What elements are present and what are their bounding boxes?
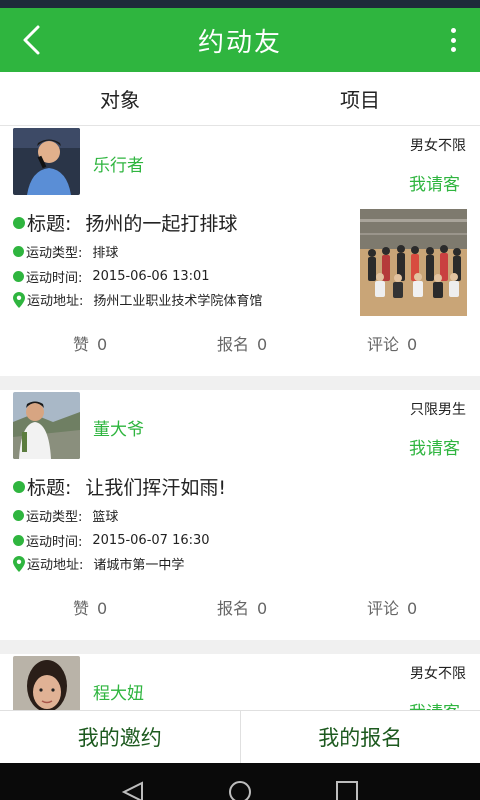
like-count: 0 [97, 599, 108, 618]
avatar[interactable] [13, 128, 80, 195]
post-title: 扬州的一起打排球 [85, 213, 238, 235]
gender-limit: 只限男生 [410, 402, 466, 418]
nav-home-icon[interactable] [227, 781, 253, 800]
app-bar: 约动友 [0, 8, 480, 72]
more-vertical-icon [450, 28, 456, 33]
filter-tabs: 对象 项目 [0, 72, 480, 126]
sport-address-row: 运动地址: 诸城市第一中学 [13, 554, 184, 573]
post-photo[interactable] [360, 209, 467, 316]
comment-button[interactable]: 评论 0 [367, 595, 417, 619]
bottom-tabs: 我的邀约 我的报名 [0, 710, 480, 763]
treat-badge[interactable]: 我请客 [409, 170, 460, 195]
post-feed[interactable]: 乐行者 男女不限 我请客 标题: 扬州的一起打排球 运动类型: 排球 运动时间:… [0, 126, 480, 710]
like-button[interactable]: 赞0 [73, 331, 107, 355]
treat-badge[interactable]: 我请客 [409, 698, 460, 710]
nickname[interactable]: 董大爷 [93, 415, 144, 440]
location-pin-icon [13, 291, 25, 308]
sport-time-row: 运动时间: 2015-06-06 13:01 [13, 267, 210, 286]
like-button[interactable]: 赞0 [73, 595, 107, 619]
sport-type-row: 运动类型: 排球 [13, 242, 118, 261]
system-nav-bar [0, 763, 480, 800]
sport-time-value: 2015-06-07 16:30 [92, 533, 210, 548]
bullet-icon [13, 510, 24, 521]
post-card[interactable]: 乐行者 男女不限 我请客 标题: 扬州的一起打排球 运动类型: 排球 运动时间:… [0, 126, 480, 376]
back-button[interactable] [16, 22, 46, 58]
sport-time-label: 运动时间: [26, 271, 83, 286]
signup-button[interactable]: 报名 0 [217, 331, 267, 355]
nav-back-icon[interactable] [120, 781, 146, 800]
sport-address-row: 运动地址: 扬州工业职业技术学院体育馆 [13, 290, 262, 309]
tab-partner[interactable]: 对象 [0, 72, 240, 125]
post-stats: 赞0 报名 0 评论 0 [0, 595, 480, 625]
title-label: 标题: [27, 477, 72, 499]
bullet-icon [13, 246, 24, 257]
my-signups-button[interactable]: 我的报名 [239, 711, 480, 763]
gender-limit: 男女不限 [410, 138, 466, 154]
treat-badge[interactable]: 我请客 [409, 434, 460, 459]
status-bar [0, 0, 480, 8]
comment-count: 0 [407, 599, 418, 618]
more-button[interactable] [446, 22, 460, 58]
chevron-left-icon [23, 25, 40, 55]
tab-project[interactable]: 项目 [240, 72, 480, 125]
sport-time-label: 运动时间: [26, 535, 83, 550]
post-title-row: 标题: 扬州的一起打排球 [13, 209, 237, 236]
comment-count: 0 [407, 335, 418, 354]
post-title-row: 标题: 让我们挥汗如雨! [13, 473, 226, 500]
signup-button[interactable]: 报名 0 [217, 595, 267, 619]
nickname[interactable]: 乐行者 [93, 151, 144, 176]
bullet-icon [13, 216, 25, 229]
sport-address-value: 诸城市第一中学 [93, 558, 185, 573]
my-invitations-button[interactable]: 我的邀约 [0, 711, 240, 763]
signup-count: 0 [257, 335, 268, 354]
like-count: 0 [97, 335, 108, 354]
post-card[interactable]: 董大爷 只限男生 我请客 标题: 让我们挥汗如雨! 运动类型: 篮球 运动时间:… [0, 390, 480, 640]
sport-time-row: 运动时间: 2015-06-07 16:30 [13, 531, 210, 550]
sport-type-row: 运动类型: 篮球 [13, 506, 118, 525]
avatar[interactable] [13, 656, 80, 710]
bullet-icon [13, 535, 24, 546]
sport-type-label: 运动类型: [26, 510, 83, 525]
post-card[interactable]: 程大妞 男女不限 我请客 [0, 654, 480, 710]
sport-address-label: 运动地址: [27, 558, 84, 573]
comment-button[interactable]: 评论 0 [367, 331, 417, 355]
sport-type-value: 篮球 [92, 510, 119, 525]
avatar[interactable] [13, 392, 80, 459]
page-title: 约动友 [197, 27, 282, 58]
post-title: 让我们挥汗如雨! [85, 477, 227, 499]
bullet-icon [13, 271, 24, 282]
location-pin-icon [13, 555, 25, 572]
nav-recents-icon[interactable] [335, 781, 359, 800]
signup-count: 0 [257, 599, 268, 618]
sport-address-value: 扬州工业职业技术学院体育馆 [93, 294, 263, 309]
nickname[interactable]: 程大妞 [93, 679, 144, 704]
sport-address-label: 运动地址: [27, 294, 84, 309]
bullet-icon [13, 480, 25, 493]
sport-type-label: 运动类型: [26, 246, 83, 261]
sport-type-value: 排球 [92, 246, 119, 261]
sport-time-value: 2015-06-06 13:01 [92, 269, 210, 284]
gender-limit: 男女不限 [410, 666, 466, 682]
post-stats: 赞0 报名 0 评论 0 [0, 331, 480, 361]
title-label: 标题: [27, 213, 72, 235]
